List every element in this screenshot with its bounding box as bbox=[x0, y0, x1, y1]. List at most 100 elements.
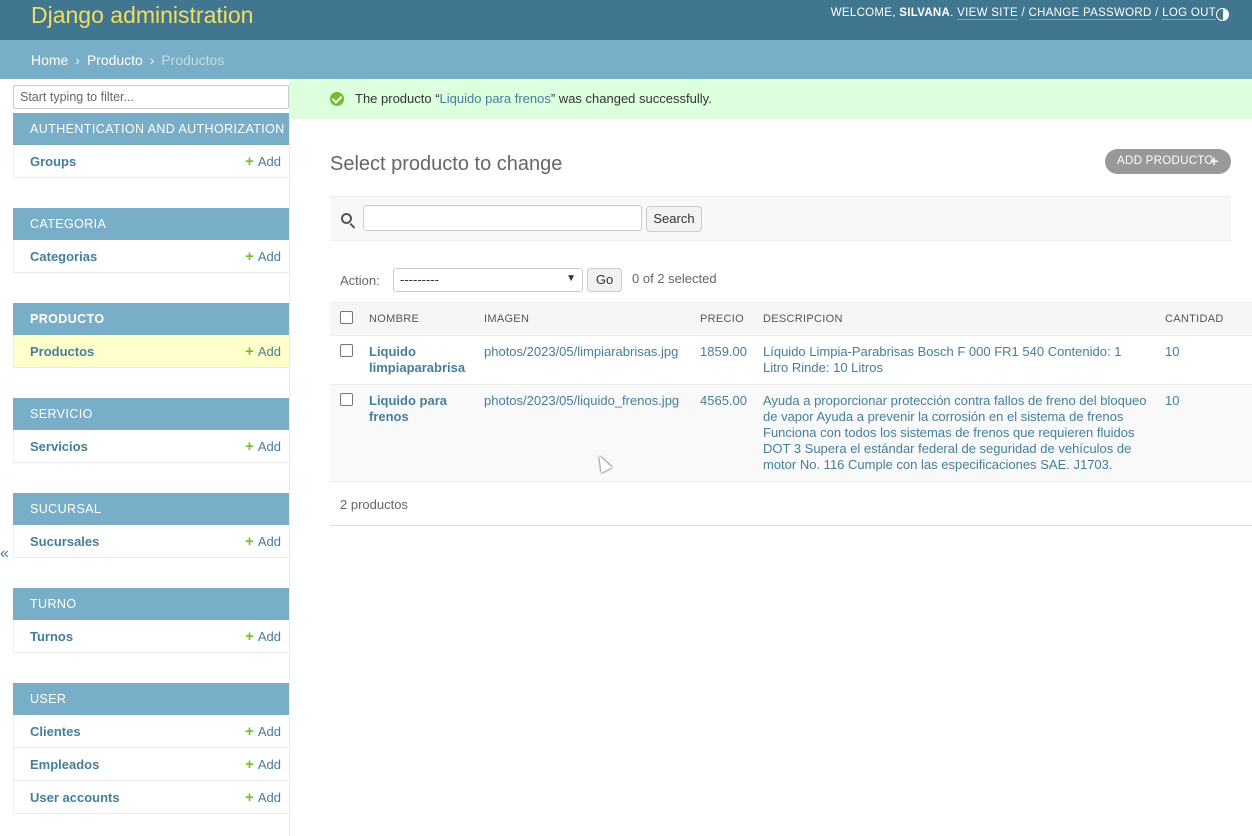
welcome-text: WELCOME, bbox=[830, 7, 896, 19]
add-producto-button[interactable]: ADD PRODUCTO + bbox=[1105, 149, 1231, 174]
add-button[interactable]: + Add bbox=[245, 249, 281, 264]
model-link[interactable]: Turnos bbox=[30, 629, 73, 644]
add-button[interactable]: + Add bbox=[245, 534, 281, 549]
model-link[interactable]: Clientes bbox=[30, 724, 81, 739]
breadcrumb-current: Productos bbox=[161, 52, 225, 68]
toggle-nav-sidebar-button[interactable]: « bbox=[0, 545, 9, 563]
cell-descripcion: Líquido Limpia-Parabrisas Bosch F 000 FR… bbox=[755, 335, 1157, 385]
select-all-checkbox[interactable] bbox=[340, 311, 353, 324]
log-out-link[interactable]: LOG OUT bbox=[1162, 7, 1216, 20]
model-link[interactable]: Servicios bbox=[30, 439, 88, 454]
column-header-descripcion[interactable]: DESCRIPCION bbox=[755, 302, 1157, 336]
module-producto: Producto Productos + Add bbox=[13, 303, 289, 368]
column-header-nombre[interactable]: NOMBRE bbox=[361, 302, 476, 336]
sidebar-item-groups[interactable]: Groups + Add bbox=[13, 145, 289, 178]
row-checkbox[interactable] bbox=[340, 344, 353, 357]
sidebar-item-categorias[interactable]: Categorias + Add bbox=[13, 240, 289, 273]
add-label: Add bbox=[257, 790, 281, 805]
nav-filter-input[interactable] bbox=[13, 85, 289, 109]
add-plus-icon: + bbox=[245, 153, 254, 170]
success-check-icon bbox=[330, 92, 344, 106]
module-caption[interactable]: Sucursal bbox=[13, 493, 289, 525]
chevron-down-icon: ▼ bbox=[566, 273, 576, 284]
separator: / bbox=[1155, 7, 1159, 19]
breadcrumb: Home › Producto › Productos bbox=[0, 40, 1252, 79]
module-caption[interactable]: Servicio bbox=[13, 398, 289, 430]
message-object-link[interactable]: Liquido para frenos bbox=[440, 91, 551, 106]
add-producto-label: ADD PRODUCTO bbox=[1117, 155, 1214, 167]
module-caption[interactable]: Turno bbox=[13, 588, 289, 620]
add-button[interactable]: + Add bbox=[245, 629, 281, 644]
add-label: Add bbox=[257, 757, 281, 772]
add-label: Add bbox=[257, 344, 281, 359]
row-select-cell bbox=[330, 384, 361, 482]
table-row: Liquido limpiaparabrisa photos/2023/05/l… bbox=[330, 335, 1252, 385]
message-prefix: The producto “ bbox=[355, 91, 440, 106]
add-label: Add bbox=[257, 629, 281, 644]
add-plus-icon: + bbox=[1210, 153, 1219, 169]
add-button[interactable]: + Add bbox=[245, 154, 281, 169]
action-select[interactable]: --------- ▼ bbox=[393, 268, 583, 292]
model-link[interactable]: User accounts bbox=[30, 790, 120, 805]
change-password-link[interactable]: CHANGE PASSWORD bbox=[1028, 7, 1152, 20]
search-button[interactable]: Search bbox=[646, 206, 702, 232]
column-header-imagen[interactable]: IMAGEN bbox=[476, 302, 692, 336]
success-message: The producto “Liquido para frenos” was c… bbox=[290, 79, 1252, 119]
sidebar-item-empleados[interactable]: Empleados + Add bbox=[13, 748, 289, 781]
cell-imagen: photos/2023/05/limpiarabrisas.jpg bbox=[476, 335, 692, 385]
add-plus-icon: + bbox=[245, 248, 254, 265]
row-nombre-link[interactable]: Liquido limpiaparabrisa bbox=[369, 344, 465, 375]
sidebar-item-turnos[interactable]: Turnos + Add bbox=[13, 620, 289, 653]
cell-nombre: Liquido para frenos bbox=[361, 384, 476, 482]
row-checkbox[interactable] bbox=[340, 393, 353, 406]
sidebar-item-sucursales[interactable]: Sucursales + Add bbox=[13, 525, 289, 558]
add-label: Add bbox=[257, 154, 281, 169]
page-title: Select producto to change bbox=[330, 153, 563, 175]
model-link[interactable]: Categorias bbox=[30, 249, 97, 264]
model-link[interactable]: Sucursales bbox=[30, 534, 99, 549]
go-button[interactable]: Go bbox=[587, 268, 622, 292]
search-input[interactable] bbox=[363, 205, 642, 231]
username: SILVANA bbox=[899, 7, 951, 19]
module-caption[interactable]: Categoria bbox=[13, 208, 289, 240]
model-link[interactable]: Groups bbox=[30, 154, 76, 169]
result-list-table: NOMBRE IMAGEN PRECIO DESCRIPCION CANTIDA… bbox=[330, 302, 1252, 482]
action-counter: 0 of 2 selected bbox=[632, 271, 717, 286]
row-nombre-link[interactable]: Liquido para frenos bbox=[369, 393, 447, 424]
theme-toggle-icon[interactable] bbox=[1216, 8, 1229, 21]
add-plus-icon: + bbox=[245, 723, 254, 740]
breadcrumb-home[interactable]: Home bbox=[31, 52, 68, 68]
add-label: Add bbox=[257, 249, 281, 264]
action-selected-value: --------- bbox=[400, 272, 439, 287]
module-auth: Authentication and Authorization Groups … bbox=[13, 113, 289, 178]
add-plus-icon: + bbox=[245, 628, 254, 645]
add-button[interactable]: + Add bbox=[245, 439, 281, 454]
column-header-cantidad[interactable]: CANTIDAD bbox=[1157, 302, 1252, 336]
search-toolbar: Search bbox=[330, 196, 1231, 241]
add-button[interactable]: + Add bbox=[245, 724, 281, 739]
cell-cantidad: 10 bbox=[1157, 335, 1252, 385]
module-caption[interactable]: Authentication and Authorization bbox=[13, 113, 289, 145]
module-categoria: Categoria Categorias + Add bbox=[13, 208, 289, 273]
column-header-precio[interactable]: PRECIO bbox=[692, 302, 755, 336]
sidebar-item-user-accounts[interactable]: User accounts + Add bbox=[13, 781, 289, 814]
add-button[interactable]: + Add bbox=[245, 757, 281, 772]
add-plus-icon: + bbox=[245, 438, 254, 455]
module-caption[interactable]: Producto bbox=[13, 303, 289, 335]
sidebar-item-productos[interactable]: Productos + Add bbox=[13, 335, 289, 368]
sidebar-item-clientes[interactable]: Clientes + Add bbox=[13, 715, 289, 748]
site-branding[interactable]: Django administration bbox=[31, 2, 253, 29]
add-button[interactable]: + Add bbox=[245, 790, 281, 805]
cell-imagen: photos/2023/05/liquido_frenos.jpg bbox=[476, 384, 692, 482]
module-user: User Clientes + Add Empleados + Add User a… bbox=[13, 683, 289, 814]
model-link[interactable]: Productos bbox=[30, 344, 94, 359]
add-plus-icon: + bbox=[245, 756, 254, 773]
cell-descripcion: Ayuda a proporcionar protección contra f… bbox=[755, 384, 1157, 482]
sidebar-item-servicios[interactable]: Servicios + Add bbox=[13, 430, 289, 463]
breadcrumb-app[interactable]: Producto bbox=[87, 52, 143, 68]
view-site-link[interactable]: VIEW SITE bbox=[957, 7, 1018, 20]
separator: / bbox=[1021, 7, 1025, 19]
model-link[interactable]: Empleados bbox=[30, 757, 99, 772]
add-button[interactable]: + Add bbox=[245, 344, 281, 359]
module-caption[interactable]: User bbox=[13, 683, 289, 715]
